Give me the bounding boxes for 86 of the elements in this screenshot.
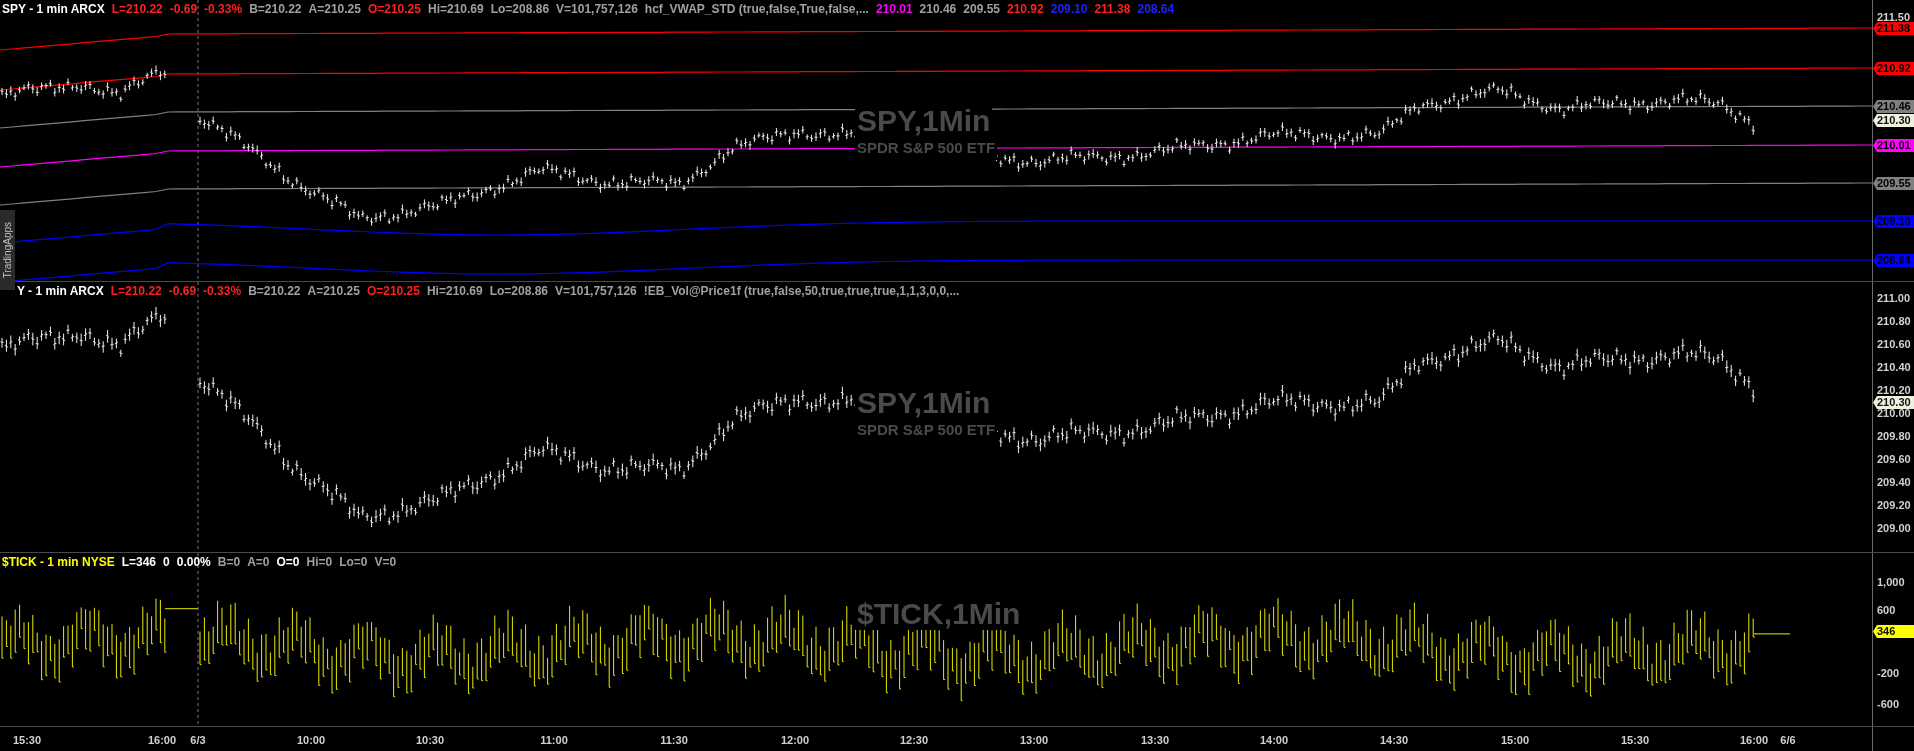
header-value: 208.64: [1137, 1, 1175, 17]
axis-label: 209.60: [1877, 453, 1911, 465]
header-value: A=210.25: [308, 1, 361, 17]
header-value: hcf_VWAP_STD (true,false,True,false,...: [644, 1, 869, 17]
axis-label: 210.00: [1877, 407, 1911, 419]
header-value: B=210.22: [249, 1, 302, 17]
header-value: -0.33%: [203, 283, 242, 299]
time-label: 14:30: [1379, 733, 1409, 748]
price-tag: 208.64: [1873, 254, 1914, 267]
time-label: 15:00: [1500, 733, 1530, 748]
time-label: 10:00: [296, 733, 326, 748]
time-label: 6/6: [1780, 733, 1796, 748]
header-value: Hi=210.69: [427, 1, 484, 17]
header-value: 209.10: [1050, 1, 1088, 17]
header-value: 210.46: [919, 1, 957, 17]
price-tag: 210.30: [1873, 396, 1914, 409]
header-value: 0.00%: [176, 554, 211, 570]
axis-label: 209.40: [1877, 476, 1911, 488]
header-value: B=210.22: [248, 283, 301, 299]
time-label: 11:30: [660, 733, 688, 748]
price-tag: 210.92: [1873, 62, 1914, 75]
axis-label: 211.50: [1877, 11, 1911, 23]
header-value: B=0: [217, 554, 241, 570]
axis-label: 600: [1877, 604, 1896, 616]
header-value: A=210.25: [307, 283, 360, 299]
time-label: 11:00: [540, 733, 568, 748]
header-value: 0: [163, 554, 170, 570]
axis-label: 209.00: [1877, 522, 1911, 534]
axis-label: 210.80: [1877, 315, 1911, 327]
header-value: L=346: [121, 554, 157, 570]
price-tag: 211.38: [1873, 22, 1914, 35]
price-tag: 209.10: [1873, 215, 1914, 228]
time-label: 15:30: [12, 733, 42, 748]
time-label: 12:00: [780, 733, 810, 748]
price-tag: 210.46: [1873, 100, 1914, 113]
header-value: $TICK - 1 min NYSE: [2, 554, 115, 570]
chart-watermark: SPDR S&P 500 ETF: [855, 419, 998, 442]
header-value: Y - 1 min ARCX: [17, 283, 104, 299]
header-value: A=0: [247, 554, 270, 570]
header-value: O=0: [276, 554, 300, 570]
header-value: -0.33%: [204, 1, 243, 17]
header-value: 209.55: [963, 1, 1000, 17]
price-tag: 346: [1873, 625, 1914, 638]
header-value: Hi=0: [306, 554, 333, 570]
header-value: !EB_Vol@Price1f (true,false,50,true,true,true,1,1,3,0,0,...: [643, 283, 960, 299]
axis-label: -600: [1877, 698, 1900, 710]
header-value: 210.92: [1007, 1, 1044, 17]
header-value: Hi=210.69: [426, 283, 483, 299]
price-tag: 210.01: [1873, 139, 1914, 152]
time-label: 6/3: [190, 733, 206, 748]
chart-watermark: SPDR S&P 500 ETF: [855, 137, 998, 160]
axis-label: 209.80: [1877, 430, 1911, 442]
header-value: O=210.25: [367, 1, 421, 17]
time-label: 16:00: [147, 733, 177, 748]
time-label: 14:00: [1259, 733, 1289, 748]
header-value: L=210.22: [110, 283, 162, 299]
header-value: V=101,757,126: [555, 283, 637, 299]
axis-label: -200: [1877, 667, 1900, 679]
header-value: Lo=208.86: [490, 1, 550, 17]
header-value: V=101,757,126: [556, 1, 638, 17]
axis-label: 211.00: [1877, 292, 1911, 304]
price-tag: 209.55: [1873, 177, 1914, 190]
header-value: 210.01: [875, 1, 913, 17]
axis-label: 210.20: [1877, 384, 1911, 396]
chart-watermark: SPY,1Min: [855, 105, 993, 137]
price-tag: 210.30: [1873, 114, 1914, 127]
header-value: Lo=208.86: [489, 283, 549, 299]
axis-label: 1,000: [1877, 576, 1905, 588]
time-label: 13:30: [1140, 733, 1170, 748]
header-value: V=0: [374, 554, 397, 570]
time-label: 15:30: [1620, 733, 1650, 748]
header-value: L=210.22: [111, 1, 163, 17]
header-value: SPY - 1 min ARCX: [2, 1, 105, 17]
header-value: -0.69: [168, 283, 197, 299]
time-label: 10:30: [415, 733, 445, 748]
time-label: 13:00: [1019, 733, 1049, 748]
axis-label: 210.40: [1877, 361, 1911, 373]
side-tab[interactable]: TradingApps: [0, 210, 15, 290]
header-value: -0.69: [169, 1, 198, 17]
time-label: 16:00: [1739, 733, 1769, 748]
header-value: O=210.25: [366, 283, 420, 299]
time-label: 12:30: [899, 733, 929, 748]
axis-label: 209.20: [1877, 499, 1911, 511]
header-value: Lo=0: [339, 554, 368, 570]
header-value: 211.38: [1094, 1, 1131, 17]
axis-label: 210.60: [1877, 338, 1911, 350]
